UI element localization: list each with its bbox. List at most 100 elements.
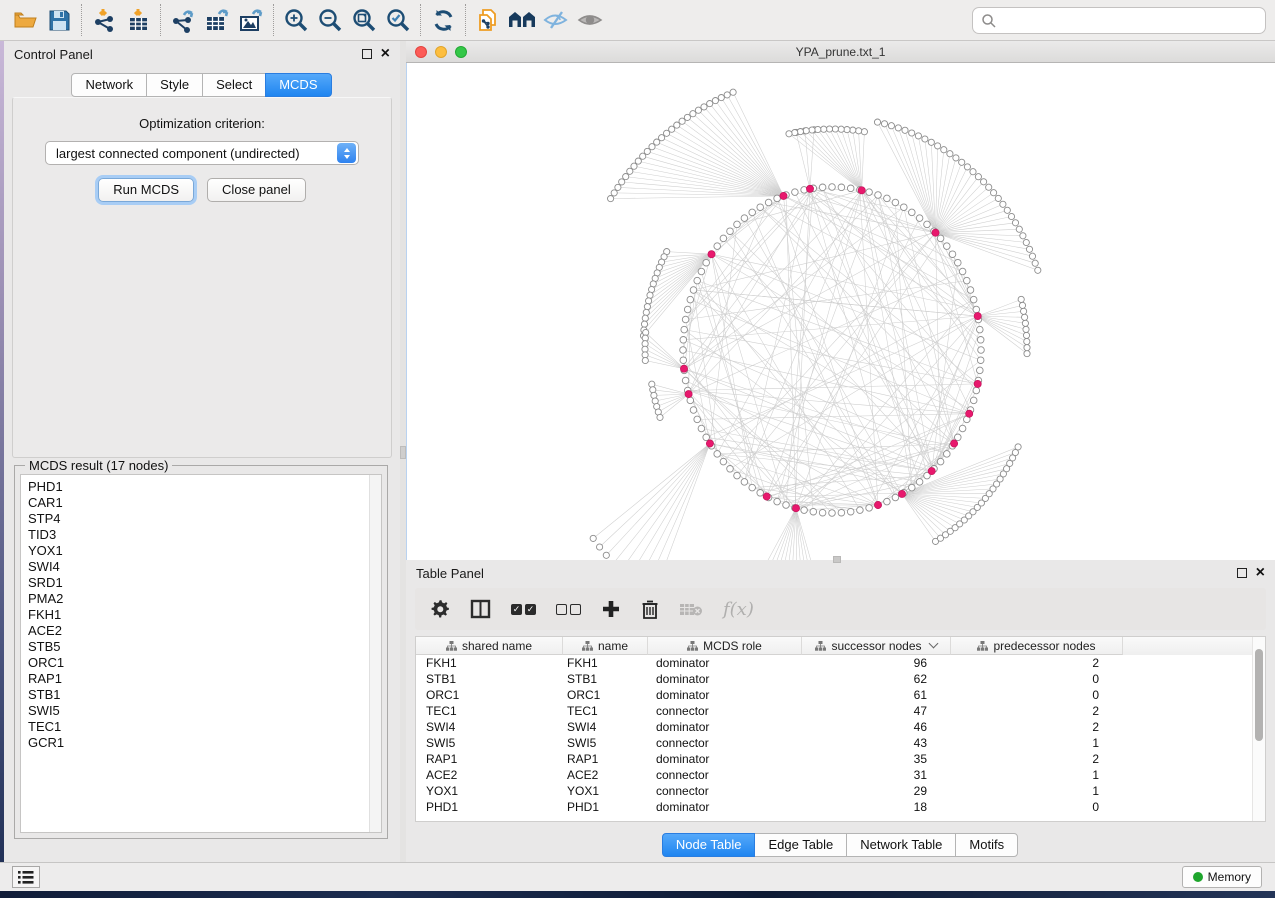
mcds-result-item[interactable]: STP4: [28, 511, 381, 527]
mcds-result-item[interactable]: STB1: [28, 687, 381, 703]
table-row[interactable]: TEC1TEC1connector472: [416, 703, 1265, 719]
close-panel-icon[interactable]: ×: [1256, 568, 1265, 578]
tab-motifs[interactable]: Motifs: [955, 833, 1018, 857]
column-header-predecessor-nodes[interactable]: predecessor nodes: [951, 637, 1123, 655]
mcds-result-item[interactable]: ORC1: [28, 655, 381, 671]
column-header-name[interactable]: name: [563, 637, 648, 655]
deselect-all-button[interactable]: [556, 604, 581, 615]
export-table-button[interactable]: [200, 4, 234, 36]
network-canvas[interactable]: [406, 63, 1275, 560]
first-neighbors-button[interactable]: [505, 4, 539, 36]
mcds-result-item[interactable]: SWI4: [28, 559, 381, 575]
zoom-in-icon: [283, 7, 310, 34]
network-graph[interactable]: [407, 63, 1275, 560]
table-row[interactable]: RAP1RAP1dominator352: [416, 751, 1265, 767]
tab-mcds[interactable]: MCDS: [265, 73, 331, 97]
mcds-result-item[interactable]: STB5: [28, 639, 381, 655]
mcds-result-item[interactable]: TID3: [28, 527, 381, 543]
mcds-result-item[interactable]: PHD1: [28, 479, 381, 495]
import-table-button[interactable]: [121, 4, 155, 36]
zoom-selected-button[interactable]: [381, 4, 415, 36]
refresh-button[interactable]: [426, 4, 460, 36]
window-zoom-button[interactable]: [455, 46, 467, 58]
table-row[interactable]: YOX1YOX1connector291: [416, 783, 1265, 799]
hide-selected-button[interactable]: [539, 4, 573, 36]
table-row[interactable]: SWI4SWI4dominator462: [416, 719, 1265, 735]
toolbar-separator: [465, 4, 466, 36]
column-header-shared-name[interactable]: shared name: [416, 637, 563, 655]
table-row[interactable]: ACE2ACE2connector311: [416, 767, 1265, 783]
close-panel-button[interactable]: Close panel: [207, 178, 306, 202]
tab-network[interactable]: Network: [71, 73, 147, 97]
zoom-in-button[interactable]: [279, 4, 313, 36]
export-image-button[interactable]: [234, 4, 268, 36]
float-panel-icon[interactable]: [1237, 568, 1247, 578]
table-row[interactable]: PHD1PHD1dominator180: [416, 799, 1265, 815]
mcds-result-item[interactable]: CAR1: [28, 495, 381, 511]
column-header-successor-nodes[interactable]: successor nodes: [802, 637, 951, 655]
delete-button[interactable]: [641, 599, 659, 620]
mcds-result-item[interactable]: SRD1: [28, 575, 381, 591]
zoom-fit-button[interactable]: [347, 4, 381, 36]
unchecked-box-icon: [556, 604, 567, 615]
import-network-button[interactable]: [87, 4, 121, 36]
mcds-result-item[interactable]: PMA2: [28, 591, 381, 607]
export-network-button[interactable]: [166, 4, 200, 36]
tab-edge-table[interactable]: Edge Table: [754, 833, 847, 857]
table-cell: 2: [951, 719, 1123, 735]
mcds-result-item[interactable]: YOX1: [28, 543, 381, 559]
duplicate-network-button[interactable]: [471, 4, 505, 36]
criterion-select[interactable]: largest connected component (undirected): [45, 141, 359, 165]
network-window-titlebar[interactable]: YPA_prune.txt_1: [406, 41, 1275, 63]
table-row[interactable]: SWI5SWI5connector431: [416, 735, 1265, 751]
horizontal-splitter-grip[interactable]: [833, 556, 841, 563]
mcds-result-item[interactable]: ACE2: [28, 623, 381, 639]
add-button[interactable]: [601, 599, 621, 619]
table-scrollbar[interactable]: [1252, 637, 1265, 821]
tab-node-table[interactable]: Node Table: [662, 833, 756, 857]
table-row[interactable]: STB1STB1dominator620: [416, 671, 1265, 687]
zoom-out-button[interactable]: [313, 4, 347, 36]
table-cell: ORC1: [563, 687, 648, 703]
window-minimize-button[interactable]: [435, 46, 447, 58]
open-file-button[interactable]: [8, 4, 42, 36]
search-input[interactable]: [997, 8, 1265, 33]
tab-select[interactable]: Select: [202, 73, 266, 97]
float-panel-icon[interactable]: [362, 49, 372, 59]
mcds-result-list[interactable]: PHD1CAR1STP4TID3YOX1SWI4SRD1PMA2FKH1ACE2…: [20, 474, 382, 833]
function-builder-button[interactable]: f(x): [723, 599, 754, 620]
table-cell: ACE2: [416, 767, 563, 783]
table-cell: ORC1: [416, 687, 563, 703]
tab-network-table[interactable]: Network Table: [846, 833, 956, 857]
mcds-result-item[interactable]: GCR1: [28, 735, 381, 751]
toolbar-separator: [81, 4, 82, 36]
save-session-button[interactable]: [42, 4, 76, 36]
mcds-result-item[interactable]: RAP1: [28, 671, 381, 687]
window-close-button[interactable]: [415, 46, 427, 58]
table-header-row: shared namenameMCDS rolesuccessor nodesp…: [416, 637, 1265, 655]
table-cell: TEC1: [416, 703, 563, 719]
column-header-MCDS-role[interactable]: MCDS role: [648, 637, 802, 655]
mcds-result-item[interactable]: FKH1: [28, 607, 381, 623]
table-row[interactable]: ORC1ORC1dominator610: [416, 687, 1265, 703]
table-cell: YOX1: [416, 783, 563, 799]
show-columns-button[interactable]: [470, 599, 491, 619]
table-cell: dominator: [648, 671, 802, 687]
task-list-button[interactable]: [12, 866, 40, 888]
columns-icon: [470, 599, 491, 619]
select-all-button[interactable]: ✓✓: [511, 604, 536, 615]
mcds-list-scrollbar[interactable]: [369, 475, 381, 832]
table-scrollbar-thumb[interactable]: [1255, 649, 1263, 741]
table-settings-button[interactable]: [430, 599, 450, 619]
close-panel-icon[interactable]: ×: [381, 49, 390, 59]
run-mcds-button[interactable]: Run MCDS: [98, 178, 194, 202]
delete-table-button[interactable]: [679, 601, 703, 617]
memory-button[interactable]: Memory: [1182, 866, 1262, 888]
sort-descending-icon: [928, 639, 938, 649]
mcds-result-item[interactable]: TEC1: [28, 719, 381, 735]
mcds-result-item[interactable]: SWI5: [28, 703, 381, 719]
search-box[interactable]: [972, 7, 1266, 34]
table-row[interactable]: FKH1FKH1dominator962: [416, 655, 1265, 671]
tab-style[interactable]: Style: [146, 73, 203, 97]
show-all-button[interactable]: [573, 4, 607, 36]
